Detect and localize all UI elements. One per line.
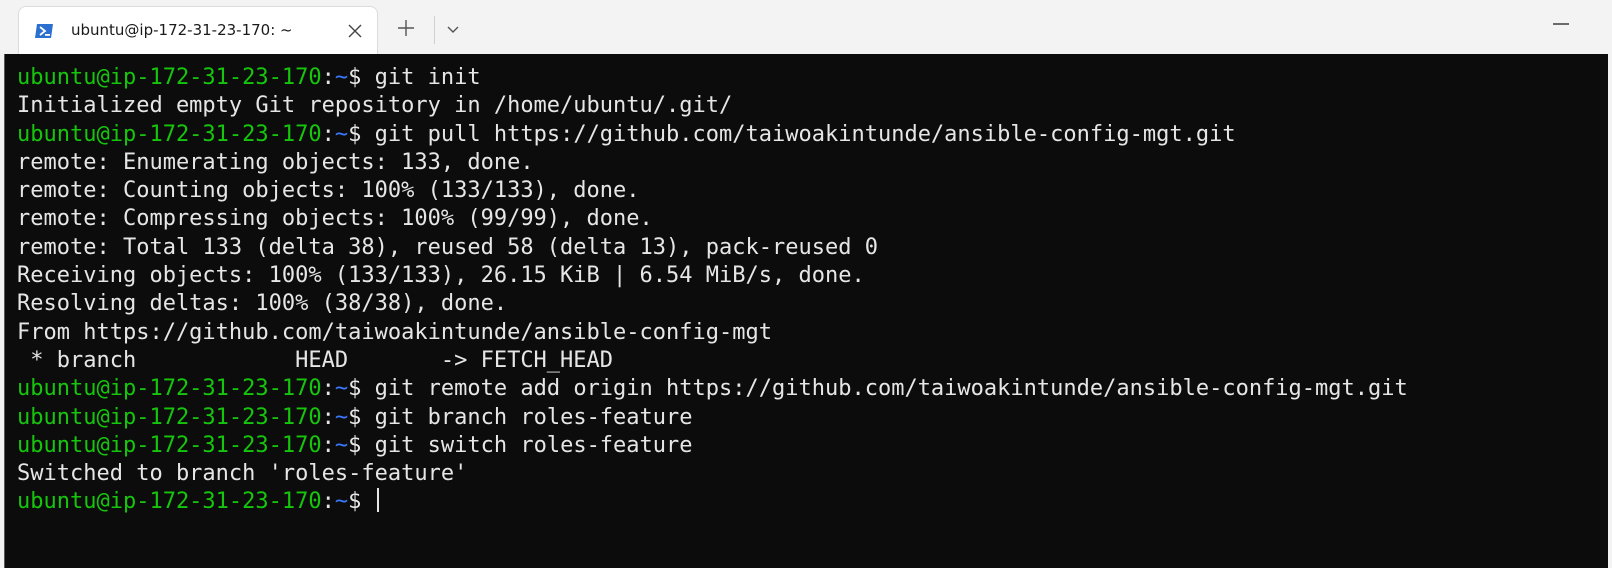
output-line: From https://github.com/taiwoakintunde/a… <box>17 319 772 345</box>
prompt-colon: : <box>321 121 335 147</box>
prompt-path: ~ <box>334 404 349 430</box>
prompt-line: ubuntu@ip-172-31-23-170:~$ <box>17 488 1408 516</box>
output-line: remote: Enumerating objects: 133, done. <box>17 149 534 175</box>
prompt-path: ~ <box>334 376 349 402</box>
terminal-lines: ubuntu@ip-172-31-23-170:~$ git init Initi… <box>17 64 1408 517</box>
command-text: git pull https://github.com/taiwoakintun… <box>374 121 1236 147</box>
prompt-colon: : <box>321 376 335 402</box>
chevron-down-icon[interactable] <box>444 20 462 38</box>
prompt-line: ubuntu@ip-172-31-23-170:~$ git branch ro… <box>17 404 1408 432</box>
prompt-symbol: $ <box>348 432 375 458</box>
powershell-terminal-icon <box>35 24 53 38</box>
prompt-user: ubuntu@ip-172-31-23-170 <box>17 489 322 515</box>
prompt-symbol: $ <box>348 376 375 402</box>
prompt-path: ~ <box>334 121 349 147</box>
command-text: git switch roles-feature <box>374 432 693 458</box>
prompt-line: ubuntu@ip-172-31-23-170:~$ git switch ro… <box>17 432 1408 460</box>
tab-terminal[interactable]: ubuntu@ip-172-31-23-170: ~ <box>18 6 378 54</box>
prompt-symbol: $ <box>348 404 375 430</box>
text-cursor <box>376 488 379 513</box>
prompt-line: ubuntu@ip-172-31-23-170:~$ git pull http… <box>17 121 1408 149</box>
output-line: * branch HEAD -> FETCH_HEAD <box>17 347 614 373</box>
terminal-output[interactable]: ubuntu@ip-172-31-23-170:~$ git init Initi… <box>4 54 1608 568</box>
prompt-user: ubuntu@ip-172-31-23-170 <box>17 376 322 402</box>
prompt-user: ubuntu@ip-172-31-23-170 <box>17 65 322 90</box>
plus-icon[interactable] <box>396 18 416 38</box>
output-line: Resolving deltas: 100% (38/38), done. <box>17 291 508 317</box>
command-text: git init <box>374 65 481 90</box>
prompt-colon: : <box>321 65 335 90</box>
tab-divider <box>434 16 435 44</box>
command-text: git remote add origin https://github.com… <box>374 376 1408 402</box>
prompt-path: ~ <box>334 432 349 458</box>
prompt-user: ubuntu@ip-172-31-23-170 <box>17 432 322 458</box>
prompt-path: ~ <box>334 65 349 90</box>
minimize-icon[interactable] <box>1550 14 1572 34</box>
output-line: remote: Compressing objects: 100% (99/99… <box>17 206 653 232</box>
prompt-colon: : <box>321 489 335 515</box>
output-line: remote: Total 133 (delta 38), reused 58 … <box>17 234 878 260</box>
prompt-symbol: $ <box>348 489 375 515</box>
output-line: Switched to branch 'roles-feature' <box>17 461 468 487</box>
prompt-colon: : <box>321 404 335 430</box>
output-line: Receiving objects: 100% (133/133), 26.15… <box>17 263 865 289</box>
terminal-window: ubuntu@ip-172-31-23-170: ~ ubuntu@ip-172… <box>0 0 1612 568</box>
prompt-user: ubuntu@ip-172-31-23-170 <box>17 404 322 430</box>
title-bar: ubuntu@ip-172-31-23-170: ~ <box>0 0 1612 54</box>
output-line: Initialized empty Git repository in /hom… <box>17 93 733 119</box>
tab-title: ubuntu@ip-172-31-23-170: ~ <box>71 21 293 39</box>
prompt-line: ubuntu@ip-172-31-23-170:~$ git init <box>17 64 1408 92</box>
command-text: git branch roles-feature <box>374 404 693 430</box>
prompt-colon: : <box>321 432 335 458</box>
output-line: remote: Counting objects: 100% (133/133)… <box>17 178 640 204</box>
prompt-line: ubuntu@ip-172-31-23-170:~$ git remote ad… <box>17 375 1408 403</box>
prompt-symbol: $ <box>348 65 375 90</box>
close-icon[interactable] <box>345 21 365 41</box>
prompt-symbol: $ <box>348 121 375 147</box>
prompt-path: ~ <box>334 489 349 515</box>
prompt-user: ubuntu@ip-172-31-23-170 <box>17 121 322 147</box>
